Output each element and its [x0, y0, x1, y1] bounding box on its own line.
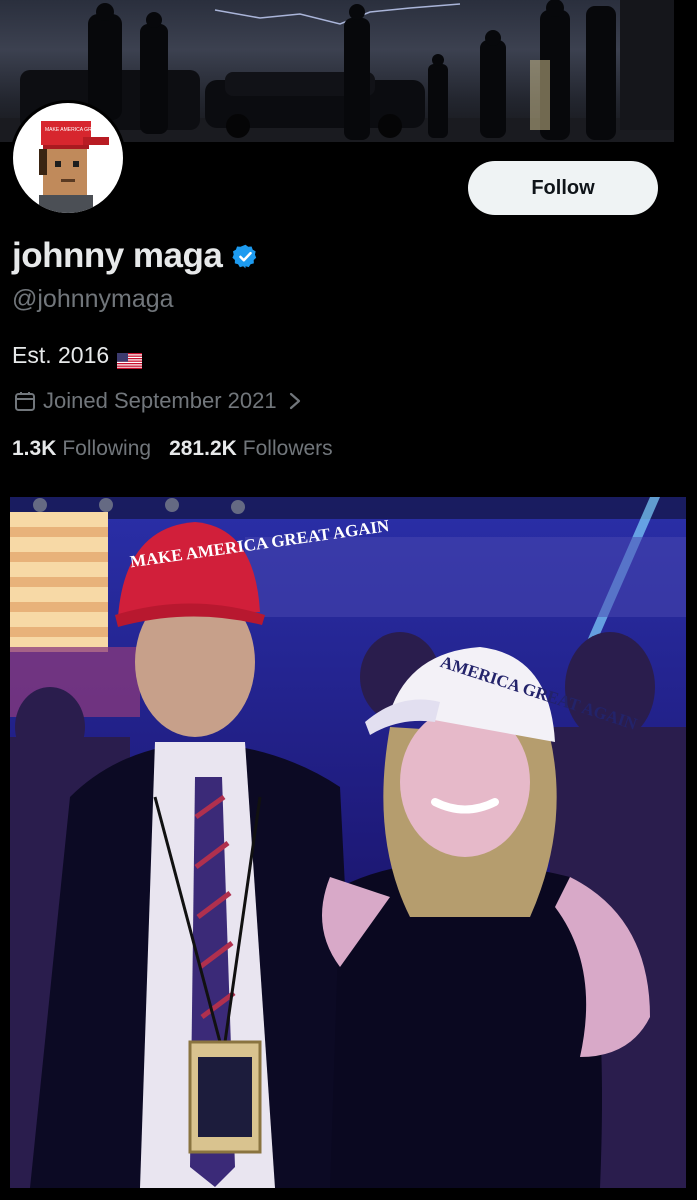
following-label: Following: [62, 437, 152, 460]
profile-handle: @johnnymaga: [12, 285, 174, 313]
followers-stat[interactable]: 281.2K Followers: [169, 437, 333, 461]
bio-text: Est. 2016: [12, 342, 110, 368]
display-name: johnny maga: [12, 236, 223, 275]
pixel-avatar-icon: MAKE AMERICA GREAT AGAIN: [39, 121, 118, 213]
chevron-right-icon: [287, 391, 303, 411]
event-photo-image: MAKE AMERICA GREAT AGAIN AMERICA GREAT A…: [10, 497, 686, 1188]
profile-bio: Est. 2016: [12, 342, 143, 369]
verified-badge-icon[interactable]: [232, 243, 259, 270]
avatar-image: MAKE AMERICA GREAT AGAIN: [13, 103, 123, 213]
followers-count: 281.2K: [169, 437, 237, 460]
joined-text: Joined September 2021: [43, 388, 277, 413]
follow-button[interactable]: Follow: [468, 161, 658, 215]
profile-stats: 1.3K Following 281.2K Followers: [12, 437, 351, 461]
calendar-icon: [13, 389, 37, 413]
joined-date[interactable]: Joined September 2021: [13, 388, 303, 414]
following-stat[interactable]: 1.3K Following: [12, 437, 151, 461]
display-name-row: johnny maga: [12, 236, 259, 276]
followers-label: Followers: [242, 437, 333, 460]
avatar[interactable]: MAKE AMERICA GREAT AGAIN: [10, 100, 126, 216]
avatar-cap-text: MAKE AMERICA GREAT AGAIN: [45, 127, 118, 133]
post-photo[interactable]: MAKE AMERICA GREAT AGAIN AMERICA GREAT A…: [10, 497, 686, 1188]
following-count: 1.3K: [12, 437, 57, 460]
us-flag-icon: [117, 348, 143, 369]
